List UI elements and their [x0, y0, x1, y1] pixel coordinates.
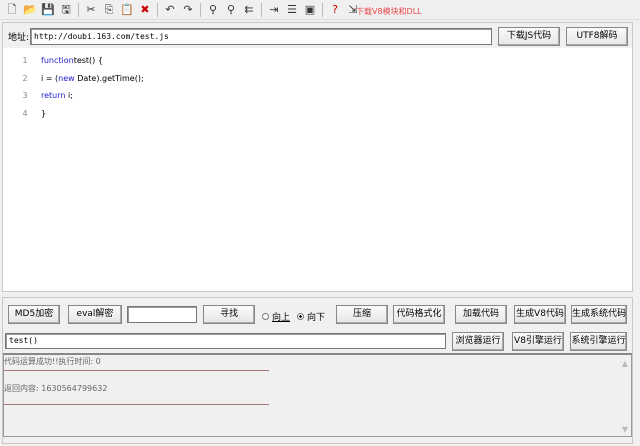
direction-radios: 向上 向下	[262, 310, 325, 323]
toolbar-separator	[78, 2, 79, 17]
radio-up-label[interactable]: 向上	[272, 310, 290, 323]
delete-icon[interactable]: ✖	[138, 3, 152, 17]
indent-icon[interactable]: ⇥	[267, 3, 281, 17]
output-line-status: 代码运算成功!!执行时间: 0	[4, 357, 101, 366]
code-keyword: new	[58, 73, 75, 83]
radio-up[interactable]	[262, 313, 269, 320]
find-button[interactable]: 寻找	[203, 305, 255, 324]
toolbar-separator	[322, 2, 323, 17]
code-token: }	[41, 108, 47, 118]
code-token: i = (	[41, 73, 59, 83]
address-label: 地址:	[8, 33, 30, 43]
v8-run-button[interactable]: V8引擎运行	[512, 332, 564, 351]
toolbar: 🗋 📂 💾 🖫 ✂ ⎘ 📋 ✖ ↶ ↷ ⚲ ⚲ ⇇ ⇥ ☰ ▣? ⇲	[0, 0, 640, 20]
replace-icon[interactable]: ⇇	[242, 3, 256, 17]
save-icon[interactable]: 💾	[41, 3, 55, 17]
load-code-button[interactable]: 加载代码	[455, 305, 507, 324]
compress-button[interactable]: 压缩	[336, 305, 388, 324]
code-text: }	[41, 105, 46, 123]
find-next-icon[interactable]: ⚲	[224, 3, 238, 17]
code-text: return i;	[41, 87, 73, 105]
generate-v8-code-button[interactable]: 生成V8代码	[514, 305, 566, 324]
paste-icon[interactable]: 📋	[120, 3, 134, 17]
new-file-icon[interactable]: 🗋	[5, 3, 19, 17]
toolbar-separator	[157, 2, 158, 17]
line-number: 4	[22, 108, 28, 118]
radio-down[interactable]	[297, 313, 305, 320]
divider	[4, 370, 269, 371]
radio-down-label[interactable]: 向下	[307, 310, 325, 323]
output-line-result: 返回内容: 1630564799632	[4, 384, 108, 393]
output-area[interactable]: 代码运算成功!!执行时间: 0 返回内容: 1630564799632 ▲ ▼	[3, 353, 632, 437]
line-number: 3	[22, 91, 28, 100]
code-line: 3 return i;	[3, 87, 632, 105]
code-line: 4}	[3, 105, 632, 123]
divider	[4, 404, 269, 405]
eval-decrypt-button[interactable]: eval解密	[68, 305, 122, 324]
save-all-icon[interactable]: 🖫	[59, 3, 73, 17]
copy-icon[interactable]: ⎘	[102, 3, 116, 17]
system-run-button[interactable]: 系统引擎运行	[570, 332, 627, 351]
code-token: i;	[65, 91, 73, 100]
list-icon[interactable]: ☰	[285, 3, 299, 17]
code-text: functiontest() {	[41, 52, 103, 70]
code-editor[interactable]: 1 functiontest() { 2 i = (new Date).getTime…	[3, 52, 632, 122]
code-line: 2 i = (new Date).getTime();	[3, 70, 632, 88]
line-number: 1	[22, 56, 28, 65]
scroll-down-icon[interactable]: ▼	[622, 425, 628, 434]
code-text: i = (new Date).getTime();	[41, 70, 144, 88]
md5-encrypt-button[interactable]: MD5加密	[8, 305, 60, 324]
scroll-up-icon[interactable]: ▲	[622, 359, 628, 368]
address-input[interactable]: http://doubi.163.com/test.js	[30, 28, 492, 45]
toolbar-separator	[200, 2, 201, 17]
run-input[interactable]: test()	[5, 333, 446, 349]
line-number: 2	[22, 73, 28, 83]
undo-icon[interactable]: ↶	[163, 3, 177, 17]
help-cursor-icon[interactable]: ?	[328, 3, 342, 17]
open-folder-icon[interactable]: 📂	[23, 3, 37, 17]
code-keyword: return	[41, 91, 66, 100]
code-keyword: function	[41, 56, 74, 65]
find-icon[interactable]: ⚲	[206, 3, 220, 17]
format-code-button[interactable]: 代码格式化	[393, 305, 445, 324]
search-input[interactable]	[127, 306, 197, 323]
code-line: 1 functiontest() {	[3, 52, 632, 70]
browser-run-button[interactable]: 浏览器运行	[452, 332, 504, 351]
download-v8-link[interactable]: 下载V8模块和DLL	[356, 6, 422, 17]
cut-icon[interactable]: ✂	[84, 3, 98, 17]
utf8-decode-button[interactable]: UTF8解码	[566, 27, 628, 46]
generate-system-code-button[interactable]: 生成系统代码	[571, 305, 627, 324]
download-js-button[interactable]: 下载JS代码	[498, 27, 560, 46]
toolbar-separator	[261, 2, 262, 17]
code-token: test() {	[73, 56, 103, 65]
code-token: Date).getTime();	[74, 73, 144, 83]
window-icon[interactable]: ▣	[303, 3, 317, 17]
address-bar: 地址: http://doubi.163.com/test.js 下载JS代码 …	[3, 23, 632, 48]
editor-panel: 地址: http://doubi.163.com/test.js 下载JS代码 …	[2, 22, 633, 292]
redo-icon[interactable]: ↷	[181, 3, 195, 17]
